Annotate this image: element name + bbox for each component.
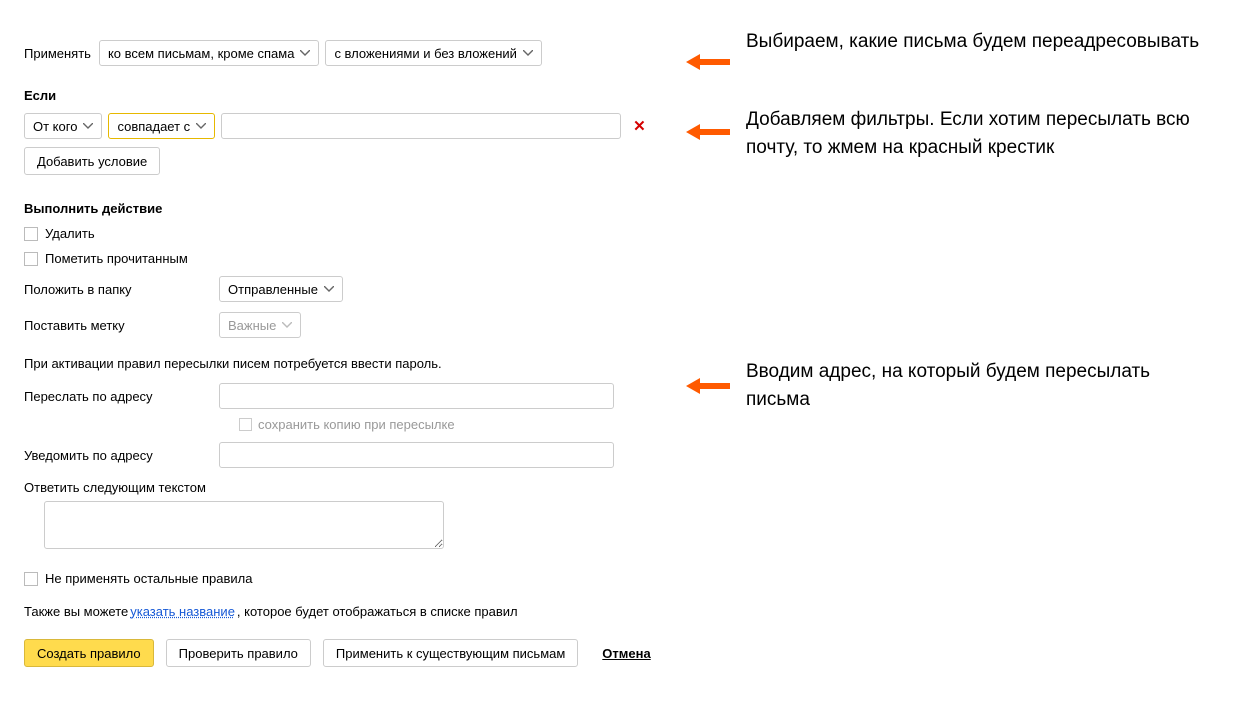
condition-value-input[interactable] <box>221 113 621 139</box>
apply-attachments-value: с вложениями и без вложений <box>334 46 517 61</box>
arrow-left-icon <box>686 378 730 394</box>
apply-label: Применять <box>24 46 91 61</box>
arrow-left-icon <box>686 124 730 140</box>
add-condition-button[interactable]: Добавить условие <box>24 147 160 175</box>
action-setlabel-label: Поставить метку <box>24 318 125 333</box>
specify-name-link[interactable]: указать название <box>130 604 235 619</box>
apply-existing-button[interactable]: Применить к существующим письмам <box>323 639 578 667</box>
label-value: Важные <box>228 318 276 333</box>
action-setlabel-row: Поставить метку Важные <box>24 312 1236 338</box>
action-markread-label: Пометить прочитанным <box>45 251 188 266</box>
action-markread-row: Пометить прочитанным <box>24 251 1236 266</box>
apply-scope-value: ко всем письмам, кроме спама <box>108 46 294 61</box>
annotation-3: Вводим адрес, на который будем пересылат… <box>746 358 1206 413</box>
condition-field-value: От кого <box>33 119 77 134</box>
chevron-down-icon <box>282 322 292 328</box>
arrow-left-icon <box>686 54 730 70</box>
notify-to-row: Уведомить по адресу <box>24 442 1236 468</box>
chevron-down-icon <box>196 123 206 129</box>
chevron-down-icon <box>523 50 533 56</box>
also-name-row: Также вы можете указать название , котор… <box>24 604 1236 619</box>
notify-to-input[interactable] <box>219 442 614 468</box>
action-movefolder-row: Положить в папку Отправленные <box>24 276 1236 302</box>
skip-other-label: Не применять остальные правила <box>45 571 252 586</box>
cancel-link[interactable]: Отмена <box>602 646 650 661</box>
folder-dropdown[interactable]: Отправленные <box>219 276 343 302</box>
annotation-1: Выбираем, какие письма будем переадресов… <box>746 28 1206 56</box>
apply-attachments-dropdown[interactable]: с вложениями и без вложений <box>325 40 542 66</box>
forward-to-input[interactable] <box>219 383 614 409</box>
also-text-pre: Также вы можете <box>24 604 128 619</box>
save-copy-checkbox[interactable] <box>239 418 252 431</box>
also-text-post: , которое будет отображаться в списке пр… <box>237 604 518 619</box>
action-delete-label: Удалить <box>45 226 95 241</box>
reply-with-row: Ответить следующим текстом <box>24 478 1236 495</box>
apply-scope-dropdown[interactable]: ко всем письмам, кроме спама <box>99 40 319 66</box>
reply-with-textarea[interactable] <box>44 501 444 549</box>
reply-with-label: Ответить следующим текстом <box>24 480 206 495</box>
actions-title: Выполнить действие <box>24 201 1236 216</box>
condition-match-value: совпадает с <box>117 119 190 134</box>
condition-field-dropdown[interactable]: От кого <box>24 113 102 139</box>
condition-match-dropdown[interactable]: совпадает с <box>108 113 215 139</box>
skip-other-row: Не применять остальные правила <box>24 571 1236 586</box>
chevron-down-icon <box>324 286 334 292</box>
action-markread-checkbox[interactable] <box>24 252 38 266</box>
save-copy-label: сохранить копию при пересылке <box>258 417 455 432</box>
forward-to-label: Переслать по адресу <box>24 389 153 404</box>
chevron-down-icon <box>300 50 310 56</box>
action-delete-checkbox[interactable] <box>24 227 38 241</box>
annotation-2: Добавляем фильтры. Если хотим пересылать… <box>746 106 1206 161</box>
action-delete-row: Удалить <box>24 226 1236 241</box>
chevron-down-icon <box>83 123 93 129</box>
save-copy-row: сохранить копию при пересылке <box>239 417 1236 432</box>
skip-other-checkbox[interactable] <box>24 572 38 586</box>
label-dropdown[interactable]: Важные <box>219 312 301 338</box>
notify-to-label: Уведомить по адресу <box>24 448 153 463</box>
if-title: Если <box>24 88 1236 103</box>
action-movefolder-label: Положить в папку <box>24 282 132 297</box>
create-rule-button[interactable]: Создать правило <box>24 639 154 667</box>
check-rule-button[interactable]: Проверить правило <box>166 639 311 667</box>
footer-buttons: Создать правило Проверить правило Примен… <box>24 639 1236 667</box>
remove-condition-icon[interactable]: ✕ <box>633 117 646 135</box>
folder-value: Отправленные <box>228 282 318 297</box>
